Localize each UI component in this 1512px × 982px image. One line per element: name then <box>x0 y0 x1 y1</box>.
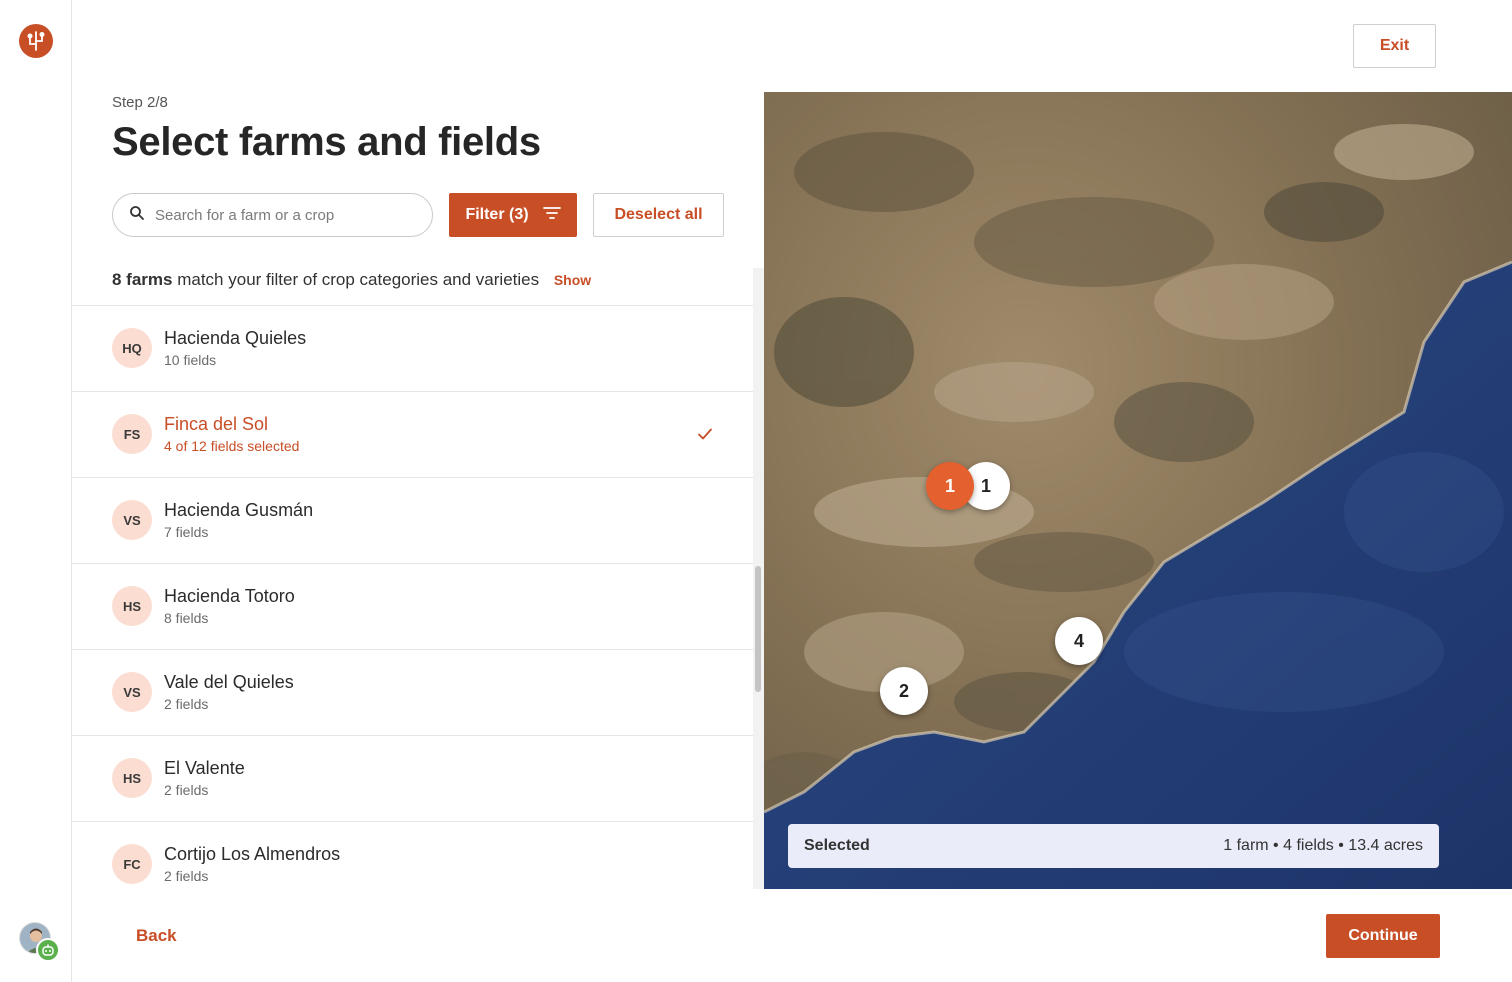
search-box[interactable] <box>112 193 433 237</box>
bot-badge-icon <box>36 938 60 962</box>
list-scrollbar[interactable] <box>753 268 764 889</box>
farm-avatar: HQ <box>112 328 152 368</box>
left-rail <box>0 0 72 982</box>
filter-summary: 8 farms match your filter of crop catego… <box>112 270 591 290</box>
farm-name: Hacienda Gusmán <box>164 500 314 520</box>
farm-row[interactable]: FS Finca del Sol 4 of 12 fields selected <box>72 392 753 478</box>
search-input[interactable] <box>155 206 405 224</box>
selection-summary-label: Selected <box>804 837 870 854</box>
deselect-all-button[interactable]: Deselect all <box>593 193 724 237</box>
farm-name: Finca del Sol <box>164 414 269 434</box>
exit-button[interactable]: Exit <box>1353 24 1436 68</box>
farm-name: El Valente <box>164 758 245 778</box>
satellite-map[interactable]: 1 1 4 2 Selected 1 farm • 4 fields • 13.… <box>764 92 1512 889</box>
farm-field-count: 2 fields <box>164 696 209 712</box>
farm-avatar: FS <box>112 414 152 454</box>
farm-avatar: FC <box>112 844 152 884</box>
step-indicator: Step 2/8 <box>112 94 168 111</box>
farm-name: Hacienda Quieles <box>164 328 307 348</box>
app-logo-icon[interactable] <box>19 24 53 58</box>
map-pin[interactable]: 4 <box>1055 617 1103 665</box>
farm-row[interactable]: VS Hacienda Gusmán 7 fields <box>72 478 753 564</box>
farm-row[interactable]: HS Hacienda Totoro 8 fields <box>72 564 753 650</box>
farm-count: 8 farms <box>112 270 173 289</box>
farm-row[interactable]: HQ Hacienda Quieles 10 fields <box>72 306 753 392</box>
farm-list: HQ Hacienda Quieles 10 fields FS Finca d… <box>72 305 753 889</box>
farm-field-count: 8 fields <box>164 610 209 626</box>
farm-field-count: 4 of 12 fields selected <box>164 438 300 454</box>
filter-summary-text: match your filter of crop categories and… <box>177 270 540 289</box>
map-pin[interactable]: 2 <box>880 667 928 715</box>
filter-icon <box>542 206 561 225</box>
farm-field-count: 2 fields <box>164 782 209 798</box>
continue-button[interactable]: Continue <box>1326 914 1440 958</box>
scrollbar-thumb[interactable] <box>755 566 761 692</box>
farm-avatar: VS <box>112 500 152 540</box>
farm-field-count: 7 fields <box>164 524 209 540</box>
back-button[interactable]: Back <box>136 926 177 946</box>
farm-row[interactable]: HS El Valente 2 fields <box>72 736 753 822</box>
filter-button[interactable]: Filter (3) <box>449 193 577 237</box>
page-title: Select farms and fields <box>112 120 541 164</box>
farm-avatar: HS <box>112 758 152 798</box>
filter-button-label: Filter (3) <box>465 206 529 223</box>
farm-name: Vale del Quieles <box>164 672 294 692</box>
farm-row[interactable]: FC Cortijo Los Almendros 2 fields <box>72 822 753 889</box>
selection-summary-value: 1 farm • 4 fields • 13.4 acres <box>1223 837 1423 854</box>
search-icon <box>129 205 145 226</box>
farm-row[interactable]: VS Vale del Quieles 2 fields <box>72 650 753 736</box>
farm-avatar: VS <box>112 672 152 712</box>
farm-name: Hacienda Totoro <box>164 586 295 606</box>
checkmark-icon <box>696 425 714 443</box>
map-pin-selected[interactable]: 1 <box>926 462 974 510</box>
selection-summary-bar: Selected 1 farm • 4 fields • 13.4 acres <box>788 824 1439 868</box>
farm-field-count: 2 fields <box>164 868 209 884</box>
map-imagery <box>764 92 1512 889</box>
farm-name: Cortijo Los Almendros <box>164 844 341 864</box>
farm-avatar: HS <box>112 586 152 626</box>
show-filter-link[interactable]: Show <box>554 272 591 288</box>
farm-field-count: 10 fields <box>164 352 217 368</box>
